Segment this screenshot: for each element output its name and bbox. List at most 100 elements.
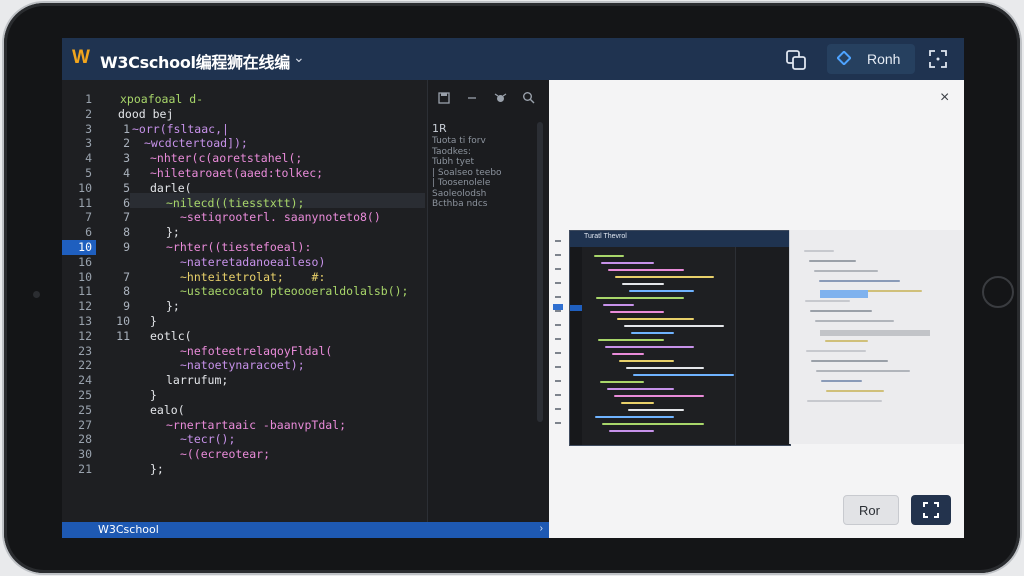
outline-item[interactable]: | Soalseo teebo	[432, 168, 502, 178]
inner-line-number	[96, 432, 130, 447]
inner-line-number: 8	[123, 284, 130, 299]
code-line[interactable]: };	[166, 225, 180, 240]
preview-code-stroke	[624, 325, 724, 327]
preview-code-stroke	[629, 290, 694, 292]
collapse-icon[interactable]	[466, 92, 478, 104]
preview-output-stroke	[825, 340, 868, 342]
preview-output-stroke	[804, 250, 834, 252]
preview-code-stroke	[626, 367, 704, 369]
home-button[interactable]	[982, 276, 1014, 308]
outline-item[interactable]: Tubh tyet	[432, 157, 474, 167]
preview-output-highlight	[820, 290, 868, 298]
inner-line-number: 10	[116, 314, 130, 328]
preview-code-stroke	[631, 332, 674, 334]
preview-code-stroke	[622, 283, 664, 285]
camera	[33, 291, 40, 298]
preview-fullscreen-button[interactable]	[911, 495, 951, 525]
preview-thumb-title: Turatl Thevrol	[584, 233, 627, 240]
app-title[interactable]: W3Cschool编程狮在线编	[100, 49, 290, 73]
line-number: 12	[78, 299, 92, 314]
preview-code-stroke	[628, 409, 684, 411]
chevron-down-icon[interactable]: ⌄	[293, 49, 305, 66]
outline-item[interactable]: | Toosenolele	[432, 178, 490, 188]
code-line[interactable]: ealo(	[150, 403, 185, 418]
code-line[interactable]: ~hiletaroaet(aaed:tolkec;	[150, 166, 323, 181]
preview-code-stroke	[595, 416, 674, 418]
preview-run-button[interactable]: Ror	[843, 495, 899, 525]
preview-code-stroke	[605, 346, 694, 348]
preview-output-stroke	[806, 350, 866, 352]
inner-line-number	[96, 447, 130, 462]
outline-item[interactable]: Bcthba ndcs	[432, 199, 488, 209]
code-line[interactable]: }	[150, 388, 157, 403]
preview-marker	[555, 352, 561, 354]
copy-windows-icon[interactable]	[782, 46, 810, 74]
inner-line-number: 2	[123, 136, 130, 151]
editor-scrollbar[interactable]	[537, 122, 543, 422]
line-number: 10	[78, 180, 92, 195]
code-line[interactable]: ~nefoteetrelaqoyFldal(	[180, 344, 332, 359]
line-number: 7	[85, 210, 92, 225]
code-line[interactable]: }	[150, 314, 157, 329]
code-line[interactable]: ~rhter((tiestefoeal):	[166, 240, 311, 255]
code-line[interactable]: ~orr(fsltaac,|	[132, 122, 229, 137]
fullscreen-icon[interactable]	[927, 48, 949, 70]
code-line[interactable]: ~setiqrooterl. saanynoteto8()	[180, 210, 381, 225]
preview-code-stroke	[601, 262, 654, 264]
inner-line-number: 1	[123, 121, 130, 136]
search-icon[interactable]	[522, 91, 535, 104]
code-line[interactable]: darle(	[150, 181, 192, 196]
code-line[interactable]: ~nilecd((tiesstxtt);	[166, 196, 304, 211]
inner-line-number	[96, 255, 130, 270]
outline-item[interactable]: Taodkes:	[432, 147, 471, 157]
code-line[interactable]: ~ustaecocato pteoooeraldolalsb();	[180, 284, 408, 299]
outline-item[interactable]: Saoleolodsh	[432, 189, 486, 199]
code-line[interactable]: ~wcdctertoad]);	[144, 136, 248, 151]
save-icon[interactable]	[438, 92, 450, 104]
run-button[interactable]: Ronh	[827, 44, 915, 74]
preview-code-stroke	[603, 304, 634, 306]
preview-code-stroke	[633, 374, 734, 376]
run-button-label: Ronh	[867, 51, 901, 67]
preview-code-stroke	[594, 255, 624, 257]
inner-line-number: 11	[116, 328, 130, 343]
inner-line-number: 4	[123, 166, 130, 180]
code-line[interactable]: larrufum;	[166, 373, 228, 388]
close-icon[interactable]: ×	[940, 89, 949, 107]
code-line[interactable]: ~hnteitetrolat; #:	[180, 270, 325, 285]
line-number: 3	[85, 136, 92, 151]
code-line[interactable]: ~tecr();	[180, 432, 235, 447]
preview-output-stroke	[821, 380, 862, 382]
code-line[interactable]: ~nateretadanoeaileso)	[180, 255, 325, 270]
preview-code-stroke	[621, 402, 654, 404]
run-diamond-icon	[837, 51, 851, 65]
code-line[interactable]: dood bej	[118, 107, 173, 122]
line-number: 10	[78, 240, 92, 254]
preview-marker	[555, 408, 561, 410]
line-number: 30	[78, 447, 92, 462]
preview-marker	[555, 310, 561, 312]
preview-output-stroke	[814, 270, 878, 272]
code-line[interactable]: ~((ecreotear;	[180, 447, 270, 462]
code-line[interactable]: ~natoetynaracoet);	[180, 358, 305, 373]
preview-code-stroke	[602, 423, 704, 425]
line-number: 21	[78, 462, 92, 476]
line-number: 23	[78, 343, 92, 358]
code-line[interactable]: ~nhter(c(aoretstahel(;	[150, 151, 302, 166]
code-line[interactable]: eotlc(	[150, 329, 192, 344]
code-line[interactable]: };	[150, 462, 164, 477]
preview-code-stroke	[608, 269, 684, 271]
outline-item[interactable]: Tuota ti forv	[432, 136, 486, 146]
preview-left-markers	[549, 230, 567, 444]
code-line[interactable]: xpoafoaal d-	[120, 92, 203, 107]
debug-icon[interactable]	[494, 91, 507, 104]
line-number: 11	[78, 195, 92, 210]
code-line[interactable]: ~rnertartaaic -baanvpTdal;	[166, 418, 346, 433]
inner-line-number	[96, 388, 130, 403]
code-editor[interactable]: 1 2 3 3 4 5 10 11 7 6 10 16 10 11 12 13 12 23 22 24 25 25 27 28…	[62, 80, 550, 522]
code-line[interactable]: };	[166, 299, 180, 314]
line-number: 12	[78, 328, 92, 343]
inner-line-number: 3	[123, 151, 130, 166]
status-arrow[interactable]: ›	[540, 523, 543, 534]
line-number: 16	[78, 254, 92, 269]
